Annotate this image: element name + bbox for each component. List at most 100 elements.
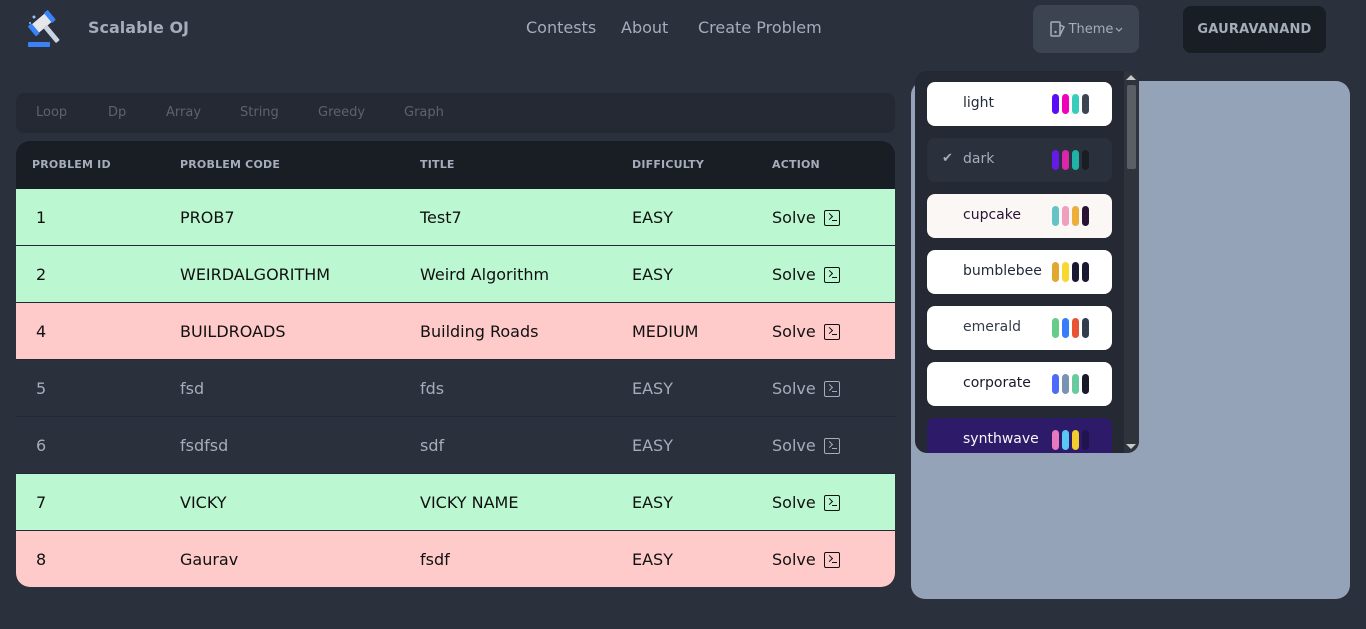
theme-option-dark[interactable]: ✔ dark xyxy=(927,138,1112,182)
solve-label: Solve xyxy=(772,493,816,512)
tag-loop[interactable]: Loop xyxy=(36,105,67,120)
solve-button[interactable]: Solve xyxy=(772,322,840,341)
cell-problem-id: 4 xyxy=(36,322,47,341)
theme-option-corporate[interactable]: corporate xyxy=(927,362,1112,406)
cell-problem-code: fsd xyxy=(180,379,205,398)
cell-problem-id: 5 xyxy=(36,379,47,398)
color-swatches xyxy=(1052,206,1089,226)
cell-problem-id: 1 xyxy=(36,208,47,227)
header-title: TITLE xyxy=(420,158,455,171)
color-swatch xyxy=(1052,374,1059,394)
cell-difficulty: EASY xyxy=(632,265,673,284)
cell-problem-id: 7 xyxy=(36,493,47,512)
cell-problem-code: VICKY xyxy=(180,493,227,512)
solve-button[interactable]: Solve xyxy=(772,265,840,284)
cell-title: fsdf xyxy=(420,550,450,569)
cell-problem-code: PROB7 xyxy=(180,208,235,227)
cell-title: fds xyxy=(420,379,445,398)
gavel-logo-icon[interactable] xyxy=(26,9,70,49)
cell-title: Building Roads xyxy=(420,322,539,341)
theme-option-light[interactable]: light xyxy=(927,82,1112,126)
color-swatch xyxy=(1052,262,1059,282)
theme-option-bumblebee[interactable]: bumblebee xyxy=(927,250,1112,294)
solve-label: Solve xyxy=(772,379,816,398)
theme-name: dark xyxy=(963,151,995,167)
color-swatch xyxy=(1062,206,1069,226)
cell-title: Weird Algorithm xyxy=(420,265,550,284)
terminal-icon xyxy=(823,209,840,226)
color-swatch xyxy=(1062,150,1069,170)
solve-button[interactable]: Solve xyxy=(772,436,840,455)
solve-button[interactable]: Solve xyxy=(772,208,840,227)
cell-title: VICKY NAME xyxy=(420,493,519,512)
color-swatch xyxy=(1072,374,1079,394)
color-swatch xyxy=(1062,430,1069,450)
theme-name: corporate xyxy=(963,375,1031,391)
color-swatches xyxy=(1052,430,1089,450)
solve-button[interactable]: Solve xyxy=(772,493,840,512)
theme-option-synthwave[interactable]: synthwave xyxy=(927,418,1112,453)
header-difficulty: DIFFICULTY xyxy=(632,158,705,171)
tag-string[interactable]: String xyxy=(240,105,279,120)
brand-name[interactable]: Scalable OJ xyxy=(88,18,189,37)
nav-about[interactable]: About xyxy=(621,18,668,37)
header-problem-id: PROBLEM ID xyxy=(32,158,111,171)
table-row: 1 PROB7 Test7 EASY Solve xyxy=(16,189,895,246)
user-button[interactable]: GAURAVANAND xyxy=(1183,6,1326,53)
nav-contests[interactable]: Contests xyxy=(526,18,596,37)
nav-create-problem[interactable]: Create Problem xyxy=(698,18,822,37)
solve-label: Solve xyxy=(772,550,816,569)
theme-label: Theme xyxy=(1068,21,1114,37)
color-swatch xyxy=(1052,318,1059,338)
theme-option-cupcake[interactable]: cupcake xyxy=(927,194,1112,238)
color-swatch xyxy=(1072,150,1079,170)
solve-button[interactable]: Solve xyxy=(772,379,840,398)
cell-problem-id: 8 xyxy=(36,550,47,569)
tag-graph[interactable]: Graph xyxy=(404,105,444,120)
cell-problem-code: Gaurav xyxy=(180,550,239,569)
table-row: 4 BUILDROADS Building Roads MEDIUM Solve xyxy=(16,303,895,360)
cell-problem-id: 6 xyxy=(36,436,47,455)
terminal-icon xyxy=(823,266,840,283)
tag-array[interactable]: Array xyxy=(166,105,201,120)
scroll-down-arrow-icon[interactable] xyxy=(1126,444,1136,449)
table-row: 2 WEIRDALGORITHM Weird Algorithm EASY Solve xyxy=(16,246,895,303)
theme-name: synthwave xyxy=(963,431,1039,447)
cell-problem-code: fsdfsd xyxy=(180,436,229,455)
color-swatch xyxy=(1082,318,1089,338)
color-swatches xyxy=(1052,150,1089,170)
navbar: Scalable OJ Contests About Create Proble… xyxy=(0,0,1366,58)
cell-difficulty: EASY xyxy=(632,550,673,569)
cell-title: Test7 xyxy=(420,208,462,227)
color-swatch xyxy=(1082,430,1089,450)
terminal-icon xyxy=(823,380,840,397)
color-swatch xyxy=(1052,150,1059,170)
color-swatch xyxy=(1072,94,1079,114)
header-problem-code: PROBLEM CODE xyxy=(180,158,281,171)
color-swatch xyxy=(1082,150,1089,170)
table-row: 8 Gaurav fsdf EASY Solve xyxy=(16,531,895,587)
chevron-down-icon xyxy=(1115,27,1123,32)
color-swatch xyxy=(1082,94,1089,114)
color-swatches xyxy=(1052,94,1089,114)
table-header: PROBLEM ID PROBLEM CODE TITLE DIFFICULTY… xyxy=(16,141,895,189)
problems-table: PROBLEM ID PROBLEM CODE TITLE DIFFICULTY… xyxy=(16,141,895,587)
tag-dp[interactable]: Dp xyxy=(108,105,126,120)
solve-label: Solve xyxy=(772,322,816,341)
solve-button[interactable]: Solve xyxy=(772,550,840,569)
color-swatch xyxy=(1062,262,1069,282)
cell-difficulty: EASY xyxy=(632,436,673,455)
solve-label: Solve xyxy=(772,265,816,284)
scroll-up-arrow-icon[interactable] xyxy=(1126,75,1136,80)
tag-greedy[interactable]: Greedy xyxy=(318,105,365,120)
color-swatch xyxy=(1052,206,1059,226)
terminal-icon xyxy=(823,323,840,340)
color-swatch xyxy=(1072,262,1079,282)
scrollbar-thumb[interactable] xyxy=(1127,85,1136,169)
color-swatch xyxy=(1072,430,1079,450)
theme-button[interactable]: Theme xyxy=(1033,5,1139,53)
terminal-icon xyxy=(823,494,840,511)
terminal-icon xyxy=(823,437,840,454)
theme-option-emerald[interactable]: emerald xyxy=(927,306,1112,350)
cell-difficulty: MEDIUM xyxy=(632,322,699,341)
